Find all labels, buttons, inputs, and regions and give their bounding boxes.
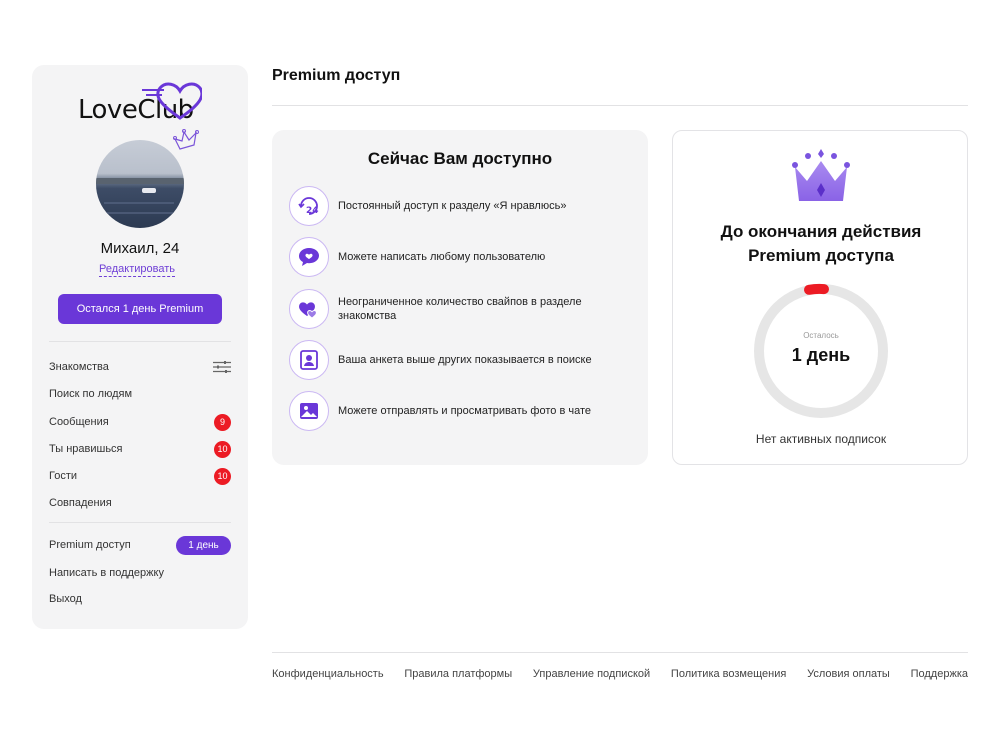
menu-item-label: Знакомства bbox=[49, 361, 109, 373]
feature-item: Можете отправлять и просматривать фото в… bbox=[289, 391, 629, 431]
user-name: Михаил, 24 bbox=[100, 240, 180, 257]
divider bbox=[49, 341, 231, 342]
status-title: До окончания действия Premium доступа bbox=[673, 220, 969, 268]
chat-heart-icon bbox=[289, 237, 329, 277]
clock-24-icon: 24 bbox=[289, 186, 329, 226]
menu-item-logout[interactable]: Выход bbox=[49, 589, 231, 609]
divider bbox=[49, 522, 231, 523]
status-title-line: До окончания действия bbox=[720, 222, 922, 241]
feature-item: Можете написать любому пользователю bbox=[289, 237, 629, 277]
menu-item-guests[interactable]: Гости 10 bbox=[49, 466, 231, 486]
profile-card-icon bbox=[289, 340, 329, 380]
guests-badge: 10 bbox=[214, 467, 231, 485]
menu-item-likes[interactable]: Ты нравишься 10 bbox=[49, 439, 231, 459]
footer-link-payment-terms[interactable]: Условия оплаты bbox=[807, 668, 890, 680]
remaining-label: Осталось bbox=[803, 331, 839, 340]
footer-link-refund[interactable]: Политика возмещения bbox=[671, 668, 786, 680]
logo[interactable]: LoveClub bbox=[76, 82, 206, 125]
hearts-icon bbox=[289, 289, 329, 329]
remaining-value: 1 день bbox=[791, 345, 851, 365]
menu-item-matches[interactable]: Совпадения bbox=[49, 493, 231, 513]
footer-link-rules[interactable]: Правила платформы bbox=[404, 668, 512, 680]
menu-item-label: Совпадения bbox=[49, 497, 112, 509]
footer-link-subscription[interactable]: Управление подпиской bbox=[533, 668, 650, 680]
feature-text: Можете отправлять и просматривать фото в… bbox=[338, 405, 591, 417]
menu-item-label: Premium доступ bbox=[49, 539, 131, 551]
page-title: Premium доступ bbox=[272, 67, 401, 84]
footer-link-privacy[interactable]: Конфиденциальность bbox=[272, 668, 384, 680]
menu-item-support[interactable]: Написать в поддержку bbox=[49, 563, 231, 583]
menu-item-dating[interactable]: Знакомства bbox=[49, 357, 231, 377]
feature-text: Ваша анкета выше других показывается в п… bbox=[338, 354, 592, 366]
menu-item-premium[interactable]: Premium доступ 1 день bbox=[49, 535, 231, 555]
sidebar: LoveClub Михаил, 24 Редактировать Осталс… bbox=[32, 65, 248, 629]
image-icon bbox=[289, 391, 329, 431]
avatar[interactable] bbox=[96, 140, 184, 228]
menu-item-label: Ты нравишься bbox=[49, 443, 123, 455]
footer-link-support[interactable]: Поддержка bbox=[911, 668, 968, 680]
premium-status-card: До окончания действия Premium доступа Ос… bbox=[672, 130, 968, 465]
status-title-line: Premium доступа bbox=[748, 246, 894, 265]
svg-text:24: 24 bbox=[306, 206, 319, 216]
menu-item-label: Выход bbox=[49, 593, 82, 605]
premium-button[interactable]: Остался 1 день Premium bbox=[58, 294, 222, 324]
filter-icon[interactable] bbox=[213, 361, 231, 373]
crown-doodle-icon bbox=[173, 129, 199, 150]
feature-text: Неограниченное количество свайпов в разд… bbox=[338, 296, 582, 322]
crown-icon bbox=[792, 149, 850, 201]
menu-item-label: Сообщения bbox=[49, 416, 109, 428]
feature-item: Неограниченное количество свайпов в разд… bbox=[289, 289, 629, 329]
menu-item-label: Гости bbox=[49, 470, 78, 482]
header-divider bbox=[272, 105, 968, 106]
feature-item: Ваша анкета выше других показывается в п… bbox=[289, 340, 629, 380]
features-title: Сейчас Вам доступно bbox=[367, 149, 553, 168]
menu-item-label: Поиск по людям bbox=[49, 388, 133, 400]
feature-text: Можете написать любому пользователю bbox=[338, 251, 546, 263]
feature-item: 24 Постоянный доступ к разделу «Я нравлю… bbox=[289, 186, 629, 226]
footer: Конфиденциальность Правила платформы Упр… bbox=[272, 668, 968, 680]
premium-days-pill: 1 день bbox=[176, 535, 231, 555]
likes-badge: 10 bbox=[214, 440, 231, 458]
messages-badge: 9 bbox=[214, 413, 231, 431]
features-card: Сейчас Вам доступно 24 Постоянный доступ… bbox=[272, 130, 648, 465]
menu-item-search[interactable]: Поиск по людям bbox=[49, 384, 231, 404]
menu-item-label: Написать в поддержку bbox=[49, 567, 164, 579]
edit-profile-link[interactable]: Редактировать bbox=[99, 262, 175, 277]
no-subscriptions-text: Нет активных подписок bbox=[755, 432, 887, 446]
footer-divider bbox=[272, 652, 968, 653]
feature-text: Постоянный доступ к разделу «Я нравлюсь» bbox=[338, 200, 567, 212]
menu-item-messages[interactable]: Сообщения 9 bbox=[49, 412, 231, 432]
heart-icon bbox=[142, 82, 202, 120]
